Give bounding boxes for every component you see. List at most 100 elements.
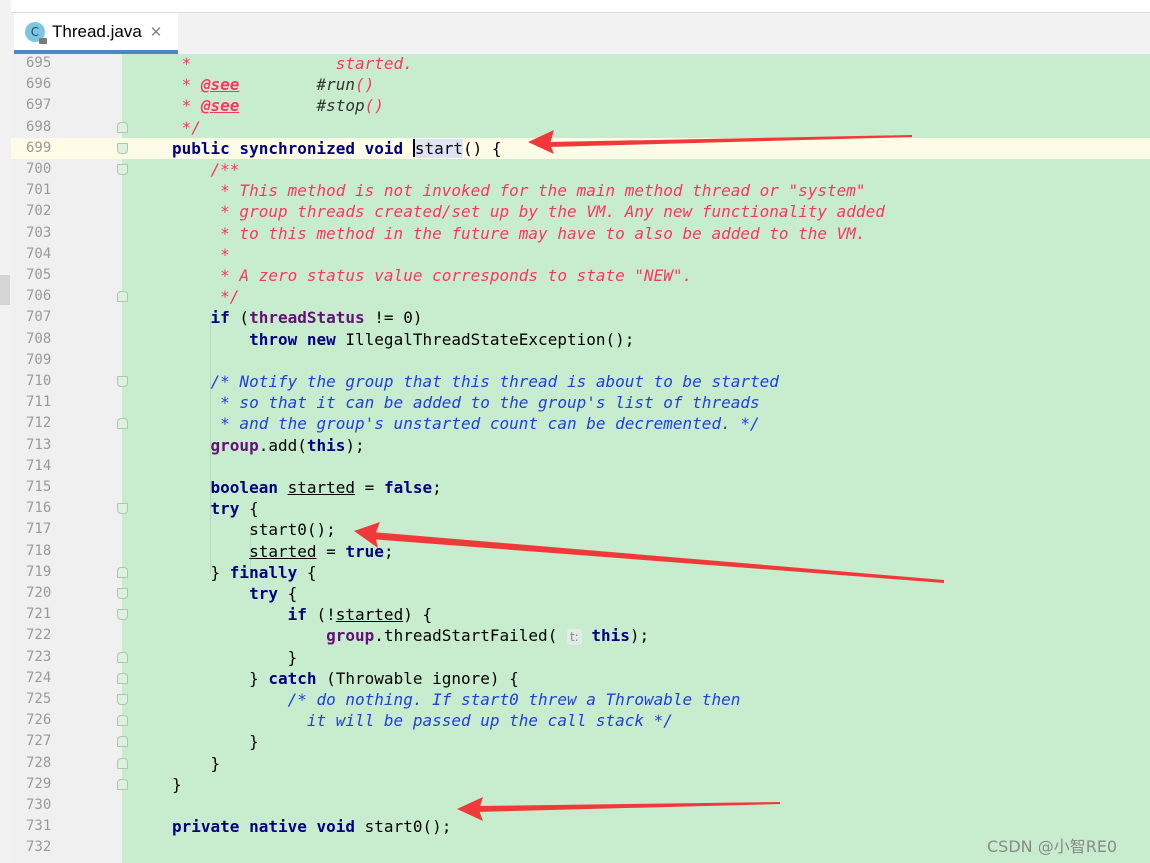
doc-comment: () bbox=[364, 96, 384, 116]
line-number: 728 bbox=[26, 754, 52, 771]
fold-marker-icon[interactable] bbox=[117, 164, 128, 175]
code-line-697[interactable]: 697 * @see #stop() bbox=[11, 95, 1150, 116]
code-line-732[interactable]: 732 bbox=[11, 837, 1150, 858]
line-number: 706 bbox=[26, 288, 52, 305]
line-number: 732 bbox=[26, 839, 52, 856]
code-text: * started. bbox=[172, 53, 413, 74]
fold-marker-icon[interactable] bbox=[117, 418, 128, 430]
code-line-710[interactable]: 710 /* Notify the group that this thread… bbox=[11, 371, 1150, 392]
code-line-714[interactable]: 714 bbox=[11, 456, 1150, 477]
code-line-700[interactable]: 700 /** bbox=[11, 159, 1150, 180]
code-text: it will be passed up the call stack */ bbox=[172, 710, 673, 731]
code-line-713[interactable]: 713 group.add(this); bbox=[11, 435, 1150, 456]
doc-comment: /** bbox=[172, 160, 240, 179]
code-line-724[interactable]: 724 } catch (Throwable ignore) { bbox=[11, 668, 1150, 689]
code-line-702[interactable]: 702 * group threads created/set up by th… bbox=[11, 201, 1150, 222]
code-line-706[interactable]: 706 */ bbox=[11, 286, 1150, 307]
code-line-719[interactable]: 719 } finally { bbox=[11, 562, 1150, 583]
code-line-707[interactable]: 707 if (threadStatus != 0) bbox=[11, 307, 1150, 328]
javadoc-tag: @see bbox=[200, 96, 240, 116]
tab-thread-java[interactable]: C Thread.java ✕ bbox=[14, 13, 178, 54]
keyword: private native void bbox=[172, 817, 356, 837]
line-number: 702 bbox=[26, 203, 52, 220]
fold-marker-icon[interactable] bbox=[117, 757, 128, 769]
code-line-699[interactable]: 699 public synchronized void start() { bbox=[11, 137, 1150, 159]
code-line-722[interactable]: 722 group.threadStartFailed( t: this); bbox=[11, 625, 1150, 646]
fold-marker-icon[interactable] bbox=[117, 694, 128, 705]
code-line-709[interactable]: 709 bbox=[11, 350, 1150, 371]
code-line-705[interactable]: 705 * A zero status value corresponds to… bbox=[11, 265, 1150, 286]
code-line-715[interactable]: 715 boolean started = false; bbox=[11, 477, 1150, 498]
doc-comment: * bbox=[172, 244, 230, 264]
code-text: /** bbox=[172, 159, 240, 180]
code-text: private native void start0(); bbox=[172, 816, 451, 837]
code-line-701[interactable]: 701 * This method is not invoked for the… bbox=[11, 180, 1150, 201]
fold-marker-icon[interactable] bbox=[117, 736, 128, 748]
fold-marker-icon[interactable] bbox=[117, 672, 128, 684]
code-text: /* Notify the group that this thread is … bbox=[172, 371, 779, 392]
code-token: } bbox=[172, 562, 230, 582]
code-text: * @see #stop() bbox=[172, 95, 384, 116]
doc-comment bbox=[239, 75, 316, 94]
code-line-717[interactable]: 717 start0(); bbox=[11, 519, 1150, 540]
code-line-727[interactable]: 727 } bbox=[11, 731, 1150, 752]
fold-marker-icon[interactable] bbox=[117, 291, 128, 303]
code-line-718[interactable]: 718 started = true; bbox=[11, 541, 1150, 562]
code-line-729[interactable]: 729} bbox=[11, 774, 1150, 795]
fold-marker-icon[interactable] bbox=[117, 503, 128, 515]
code-line-708[interactable]: 708 throw new IllegalThreadStateExceptio… bbox=[11, 329, 1150, 350]
code-text: started = true; bbox=[172, 541, 394, 562]
code-line-723[interactable]: 723 } bbox=[11, 647, 1150, 668]
fold-marker-icon[interactable] bbox=[117, 566, 128, 578]
code-text: } bbox=[172, 731, 259, 752]
line-number: 715 bbox=[26, 479, 52, 495]
code-line-711[interactable]: 711 * so that it can be added to the gro… bbox=[11, 392, 1150, 413]
close-icon[interactable]: ✕ bbox=[150, 23, 163, 41]
doc-comment: */ bbox=[172, 117, 201, 137]
code-line-720[interactable]: 720 try { bbox=[11, 583, 1150, 604]
code-text: /* do nothing. If start0 threw a Throwab… bbox=[172, 689, 741, 710]
line-number: 723 bbox=[26, 648, 52, 665]
line-number: 717 bbox=[26, 521, 52, 538]
code-line-725[interactable]: 725 /* do nothing. If start0 threw a Thr… bbox=[11, 689, 1150, 710]
editor-tab-bar: C Thread.java ✕ bbox=[11, 0, 1150, 55]
code-line-703[interactable]: 703 * to this method in the future may h… bbox=[11, 223, 1150, 244]
line-number: 704 bbox=[26, 245, 52, 262]
code-token: ); bbox=[345, 435, 365, 455]
line-number: 719 bbox=[26, 563, 52, 580]
code-line-716[interactable]: 716 try { bbox=[11, 498, 1150, 519]
fold-marker-icon[interactable] bbox=[117, 588, 128, 599]
code-line-730[interactable]: 730 bbox=[11, 795, 1150, 816]
local-variable: started bbox=[249, 541, 317, 561]
code-token: ( bbox=[229, 308, 250, 328]
doc-comment: * to this method in the future may have … bbox=[172, 223, 866, 243]
code-line-721[interactable]: 721 if (!started) { bbox=[11, 604, 1150, 625]
code-line-731[interactable]: 731 private native void start0(); bbox=[11, 816, 1150, 837]
code-text: try { bbox=[172, 498, 259, 519]
selected-identifier: start bbox=[414, 138, 463, 158]
fold-marker-icon[interactable] bbox=[117, 715, 128, 727]
local-variable: started bbox=[287, 478, 356, 497]
fold-marker-icon[interactable] bbox=[117, 121, 128, 133]
code-line-695[interactable]: 695 * started. bbox=[11, 53, 1150, 74]
doc-comment: * group threads created/set up by the VM… bbox=[172, 202, 885, 222]
code-line-696[interactable]: 696 * @see #run() bbox=[11, 74, 1150, 95]
keyword: if bbox=[287, 605, 307, 625]
fold-marker-icon[interactable] bbox=[117, 651, 128, 663]
fold-marker-icon[interactable] bbox=[117, 609, 128, 621]
fold-marker-icon[interactable] bbox=[117, 376, 128, 387]
code-line-698[interactable]: 698 */ bbox=[11, 117, 1150, 138]
tab-filename: Thread.java bbox=[52, 21, 142, 41]
code-line-712[interactable]: 712 * and the group's unstarted count ca… bbox=[11, 413, 1150, 434]
fold-marker-icon[interactable] bbox=[117, 778, 128, 790]
code-line-726[interactable]: 726 it will be passed up the call stack … bbox=[11, 710, 1150, 731]
code-token: .add( bbox=[258, 435, 307, 455]
code-line-704[interactable]: 704 * bbox=[11, 244, 1150, 265]
code-line-728[interactable]: 728 } bbox=[11, 753, 1150, 774]
fold-marker-icon[interactable] bbox=[117, 142, 128, 154]
